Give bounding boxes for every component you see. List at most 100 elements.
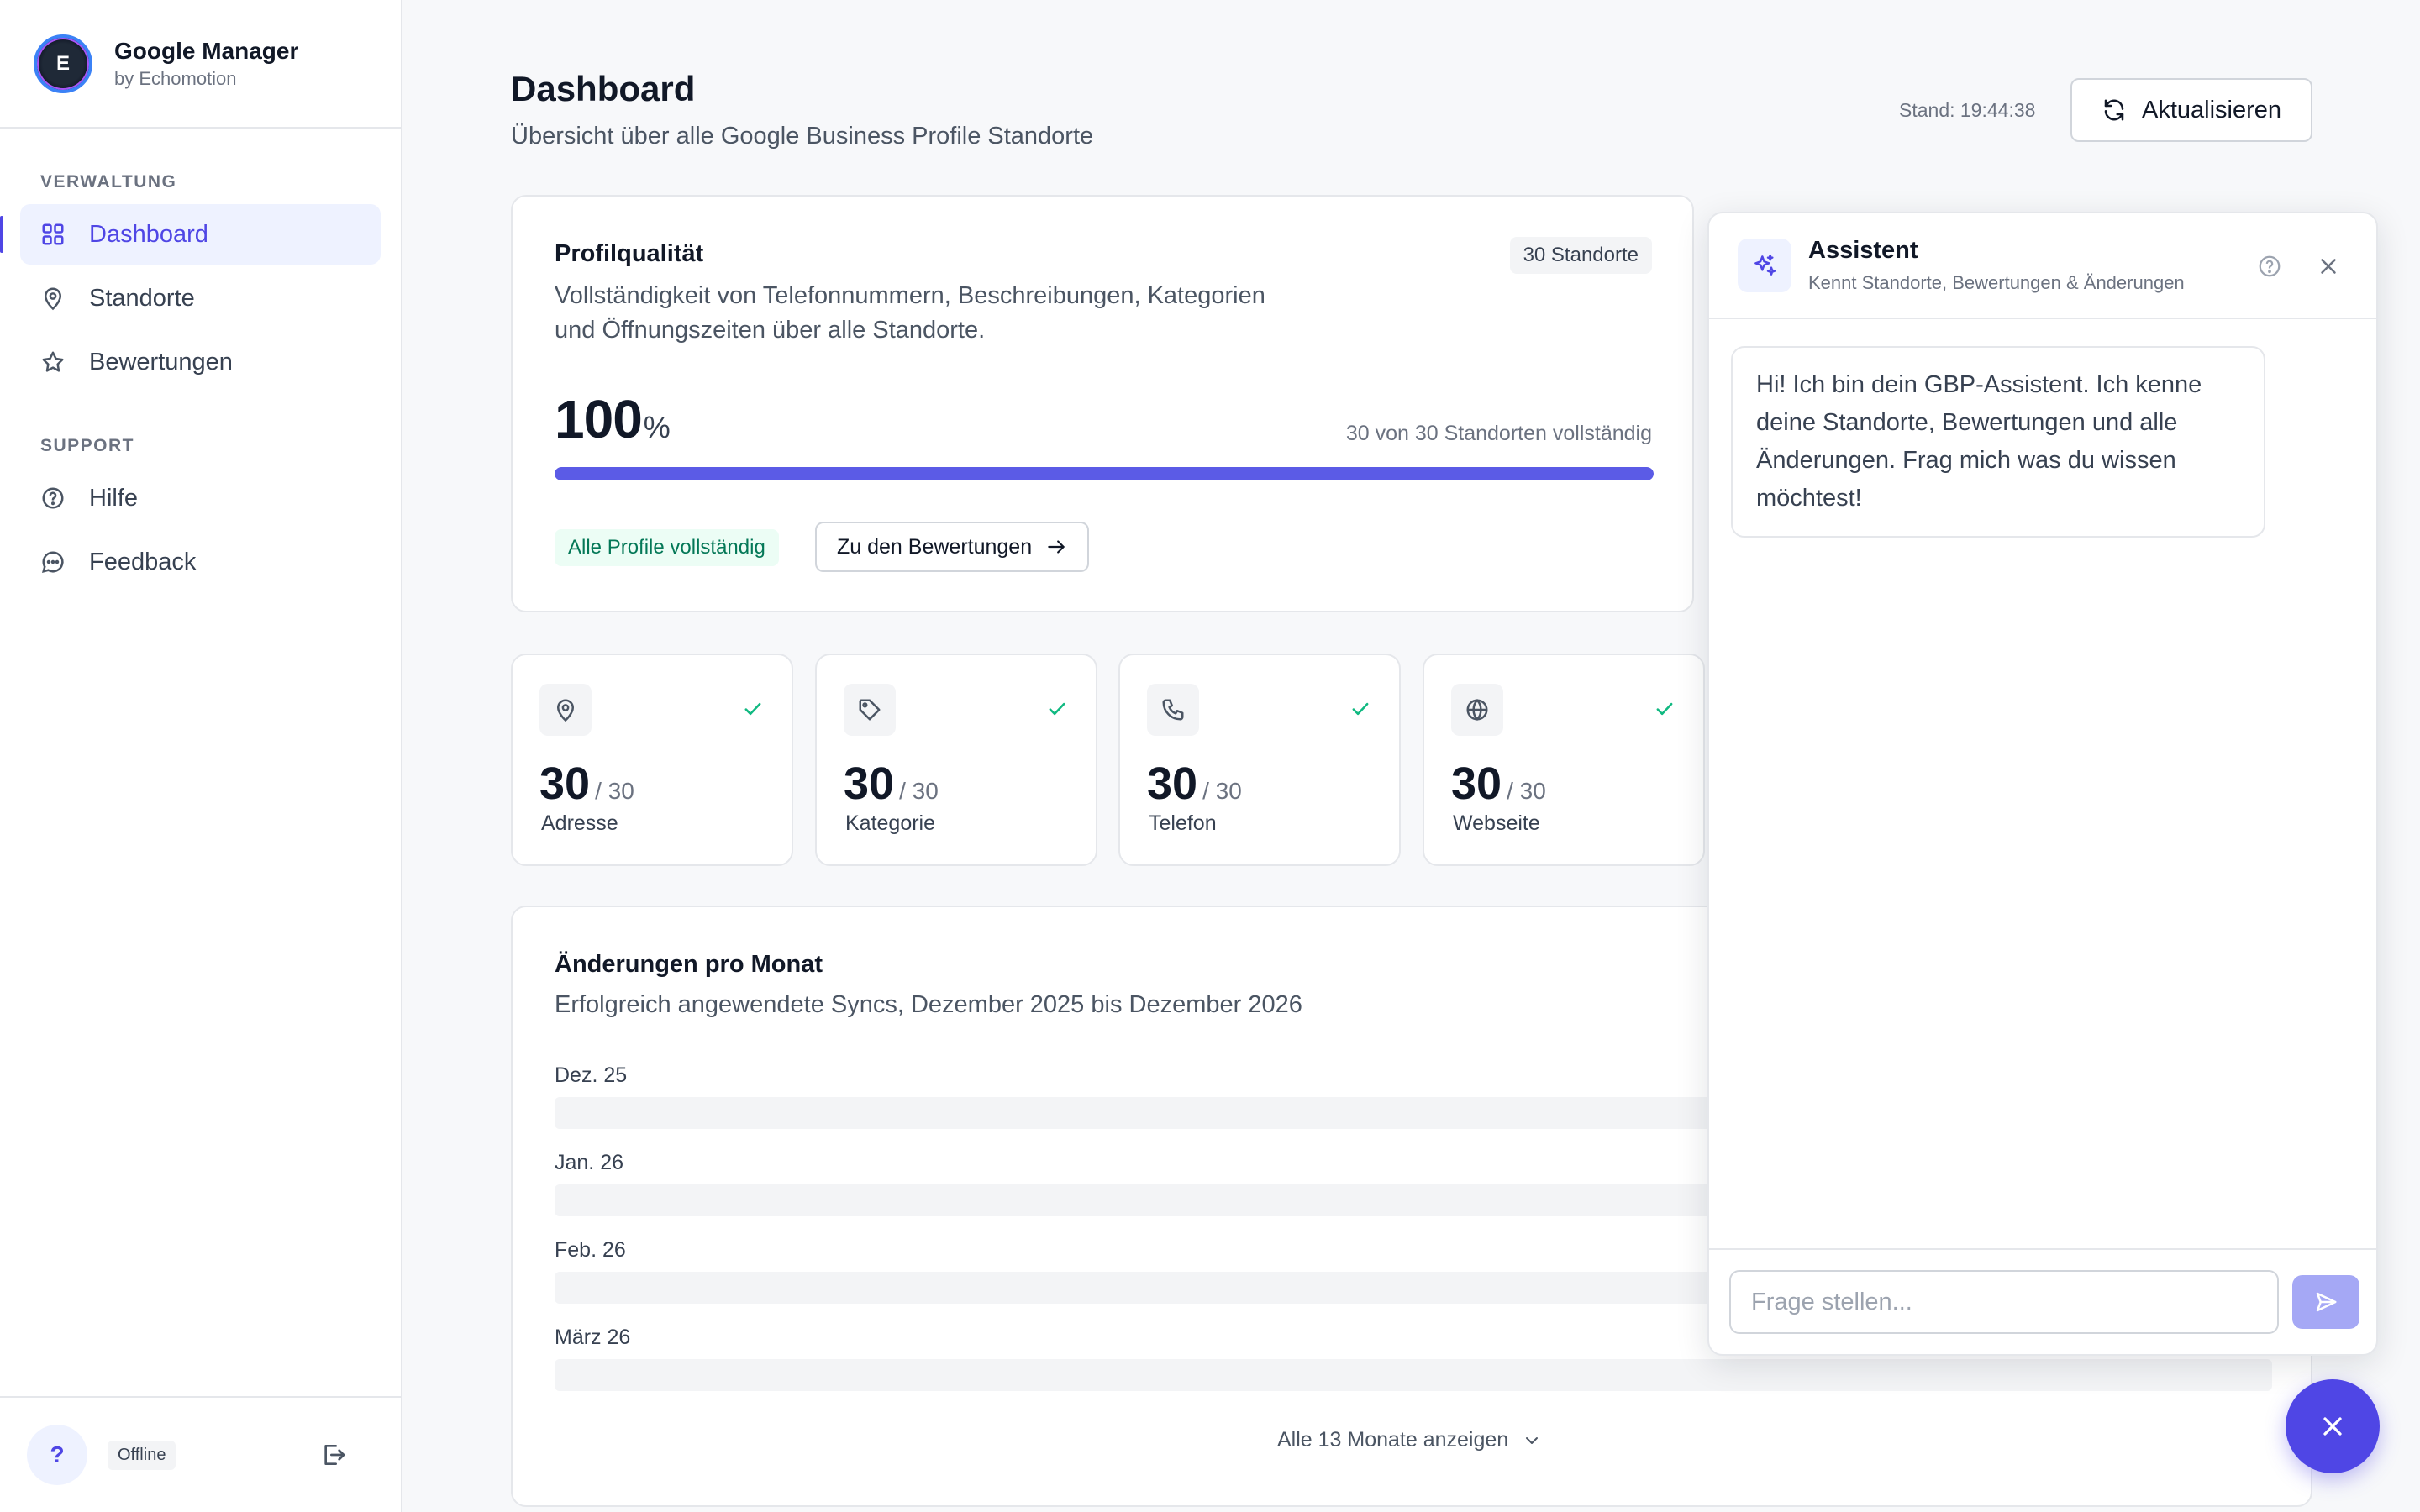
reviews-link-label: Zu den Bewertungen (837, 534, 1033, 559)
month-bar (555, 1359, 2272, 1391)
stat-total: / 30 (595, 778, 634, 804)
check-icon (1656, 702, 1673, 716)
stat-value: 30/ 30 (844, 758, 939, 810)
month-label: März 26 (555, 1326, 631, 1349)
stat-card-address: 30/ 30 Adresse (511, 654, 793, 866)
stat-number: 30 (1147, 759, 1198, 809)
stat-value: 30/ 30 (1147, 758, 1242, 810)
check-icon (1049, 702, 1065, 716)
sidebar-item-feedback[interactable]: Feedback (20, 532, 381, 592)
stat-number: 30 (1451, 759, 1502, 809)
stat-icon-box (1451, 684, 1503, 736)
map-pin-icon (556, 699, 575, 722)
page-subtitle: Übersicht über alle Google Business Prof… (511, 123, 1094, 150)
stat-card-category: 30/ 30 Kategorie (815, 654, 1097, 866)
assistant-header: Assistent Kennt Standorte, Bewertungen &… (1709, 213, 2376, 319)
stat-icon-box (1147, 684, 1199, 736)
assistant-panel: Assistent Kennt Standorte, Bewertungen &… (1707, 212, 2378, 1356)
brand-subtitle: by Echomotion (114, 67, 237, 89)
card-subtitle: Erfolgreich angewendete Syncs, Dezember … (555, 991, 1302, 1018)
sparkles-icon (1754, 254, 1776, 276)
quality-progress-bar (555, 467, 1654, 480)
quality-percent-value: 100 (555, 389, 643, 449)
help-circle-icon[interactable] (2257, 254, 2282, 279)
show-all-months-button[interactable]: Alle 13 Monate anzeigen (1277, 1428, 1542, 1452)
sidebar-item-dashboard[interactable]: Dashboard (0, 204, 381, 265)
check-icon (1352, 702, 1369, 716)
assistant-toggle-button[interactable] (2286, 1379, 2380, 1473)
stat-value: 30/ 30 (1451, 758, 1546, 810)
month-label: Feb. 26 (555, 1238, 626, 1262)
sidebar-item-label: Hilfe (89, 484, 139, 512)
help-circle-icon (42, 487, 64, 509)
month-label: Dez. 25 (555, 1063, 628, 1087)
refresh-button[interactable]: Aktualisieren (2070, 78, 2312, 142)
star-icon (42, 351, 64, 372)
stat-total: / 30 (1507, 778, 1546, 804)
show-all-label: Alle 13 Monate anzeigen (1277, 1428, 1509, 1452)
profile-quality-card: Profilqualität 30 Standorte Vollständigk… (511, 195, 1694, 612)
status-badge: Offline (108, 1440, 176, 1470)
close-icon (2323, 1417, 2342, 1436)
locations-count-badge: 30 Standorte (1509, 237, 1652, 274)
sidebar-item-label: Feedback (89, 548, 197, 575)
stat-total: / 30 (899, 778, 939, 804)
nav-section-verwaltung: VERWALTUNG Dashboard Standorte Bewertung… (0, 172, 401, 392)
map-pin-icon (44, 287, 62, 311)
send-icon (2316, 1292, 2337, 1312)
brand-text: Google Manager by Echomotion (114, 38, 298, 90)
nav-heading: VERWALTUNG (40, 172, 177, 192)
month-label: Jan. 26 (555, 1151, 624, 1174)
brand-title: Google Manager (114, 37, 299, 64)
refresh-label: Aktualisieren (2141, 96, 2282, 123)
assistant-subtitle: Kennt Standorte, Bewertungen & Änderunge… (1808, 272, 2185, 293)
nav-section-support: SUPPORT Hilfe Feedback (0, 436, 401, 592)
brand: E Google Manager by Echomotion (0, 0, 401, 129)
stat-number: 30 (539, 759, 591, 809)
stat-label: Adresse (541, 811, 618, 835)
refresh-icon (2104, 99, 2124, 121)
sidebar-item-bewertungen[interactable]: Bewertungen (20, 332, 381, 392)
stat-card-phone: 30/ 30 Telefon (1118, 654, 1401, 866)
tag-icon (859, 699, 881, 721)
assistant-title: Assistent (1808, 237, 1918, 264)
stat-label: Webseite (1453, 811, 1540, 835)
sidebar-item-standorte[interactable]: Standorte (20, 268, 381, 328)
sidebar-item-label: Dashboard (89, 220, 208, 248)
completion-count: 30 von 30 Standorten vollständig (1345, 422, 1652, 445)
stat-icon-box (539, 684, 592, 736)
logout-icon[interactable] (320, 1441, 347, 1468)
stat-total: / 30 (1202, 778, 1242, 804)
stat-label: Telefon (1149, 811, 1217, 835)
card-title: Profilqualität (555, 240, 704, 267)
sidebar-item-hilfe[interactable]: Hilfe (20, 468, 381, 528)
reviews-link-button[interactable]: Zu den Bewertungen (815, 522, 1090, 572)
send-button[interactable] (2292, 1275, 2360, 1329)
quality-progress-fill (555, 467, 1654, 480)
chevron-down-icon (1526, 1436, 1539, 1444)
stat-value: 30/ 30 (539, 758, 634, 810)
brand-logo: E (34, 34, 92, 93)
stat-card-website: 30/ 30 Webseite (1423, 654, 1705, 866)
grid-icon (42, 223, 64, 245)
stat-icon-box (844, 684, 896, 736)
sidebar-footer: ? Offline (0, 1396, 401, 1512)
assistant-input-area (1709, 1248, 2376, 1354)
page-title: Dashboard (511, 69, 696, 108)
quality-percent-unit: % (643, 410, 671, 444)
sidebar-item-label: Bewertungen (89, 348, 233, 375)
nav-heading: SUPPORT (40, 436, 135, 455)
quality-percent: 100% (555, 388, 671, 450)
stat-number: 30 (844, 759, 895, 809)
assistant-question-input[interactable] (1729, 1270, 2279, 1334)
sidebar-item-label: Standorte (89, 284, 195, 312)
sidebar: E Google Manager by Echomotion VERWALTUN… (0, 0, 402, 1512)
close-icon[interactable] (2316, 254, 2341, 279)
card-description: Vollständigkeit von Telefonnummern, Besc… (555, 282, 1265, 344)
stat-label: Kategorie (845, 811, 936, 835)
card-title: Änderungen pro Monat (555, 951, 823, 978)
help-button[interactable]: ? (27, 1425, 87, 1485)
phone-icon (1162, 699, 1184, 721)
check-icon (744, 702, 761, 716)
globe-icon (1466, 698, 1488, 722)
